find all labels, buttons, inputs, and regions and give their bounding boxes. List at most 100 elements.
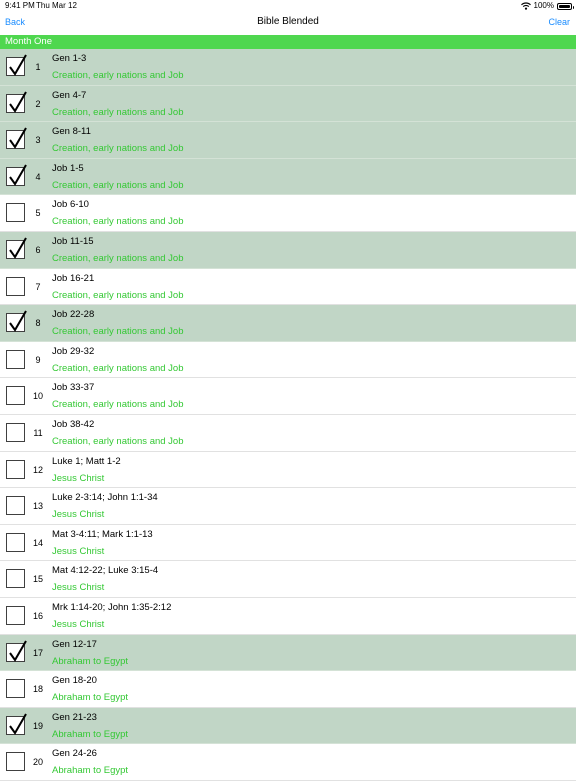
- day-number: 6: [35, 244, 41, 255]
- reading-theme: Creation, early nations and Job: [52, 326, 184, 338]
- reading-theme: Jesus Christ: [52, 618, 105, 630]
- reading-row[interactable]: 2 Gen 4-7 Creation, early nations and Job: [0, 85, 576, 123]
- reading-theme: Creation, early nations and Job: [52, 399, 184, 411]
- day-number: 1: [35, 62, 41, 72]
- reading-row[interactable]: 11 Job 38-42 Creation, early nations and J…: [0, 414, 576, 452]
- day-number: 12: [32, 464, 43, 475]
- reading-row[interactable]: 1 Gen 1-3 Creation, early nations and Job: [0, 49, 576, 86]
- reading-theme: Jesus Christ: [52, 509, 105, 521]
- day-checkbox[interactable]: [6, 276, 25, 296]
- reading-passage: Job 6-10: [52, 199, 89, 211]
- reading-passage: Gen 1-3: [52, 53, 87, 64]
- reading-row[interactable]: 4 Job 1-5 Creation, early nations and Job: [0, 158, 576, 196]
- section-title: Month One: [5, 36, 52, 47]
- day-number: 19: [32, 720, 43, 731]
- day-checkbox[interactable]: [6, 496, 25, 516]
- day-number: 4: [35, 171, 41, 182]
- reading-theme: Jesus Christ: [52, 472, 105, 484]
- checkmark-icon: [9, 237, 27, 259]
- reading-passage: Job 16-21: [52, 272, 95, 284]
- reading-row[interactable]: 13 Luke 2-3:14; John 1:1-34 Jesus Christ: [0, 488, 576, 525]
- day-number: 10: [32, 391, 43, 402]
- checkmark-icon: [9, 54, 27, 76]
- reading-passage: Job 29-32: [52, 345, 95, 357]
- status-date: Thu Mar 12: [36, 1, 77, 10]
- reading-row[interactable]: 16 Mrk 1:14-20; John 1:35-2:12 Jesus Chris…: [0, 597, 576, 635]
- day-number: 2: [35, 98, 41, 109]
- reading-row[interactable]: 10 Job 33-37 Creation, early nations and J…: [0, 378, 576, 415]
- day-checkbox[interactable]: [6, 422, 25, 442]
- reading-row[interactable]: 6 Job 11-15 Creation, early nations and Jo…: [0, 231, 576, 269]
- reading-theme: Creation, early nations and Job: [52, 216, 184, 228]
- checkmark-icon: [9, 713, 27, 735]
- reading-row[interactable]: 19 Gen 21-23 Abraham to Egypt: [0, 707, 576, 745]
- day-checkbox[interactable]: [6, 459, 25, 479]
- reading-passage: Gen 21-23: [52, 711, 97, 723]
- reading-row[interactable]: 15 Mat 4:12-22; Luke 3:15-4 Jesus Christ: [0, 561, 576, 598]
- day-number: 7: [35, 281, 41, 292]
- reading-row[interactable]: 3 Gen 8-11 Creation, early nations and Job: [0, 122, 576, 159]
- day-checkbox[interactable]: [6, 532, 25, 552]
- section-header: Month One: [0, 35, 576, 49]
- reading-row[interactable]: 5 Job 6-10 Creation, early nations and Job: [0, 195, 576, 232]
- reading-row[interactable]: 12 Luke 1; Matt 1-2 Jesus Christ: [0, 451, 576, 489]
- day-checkbox[interactable]: [6, 164, 27, 186]
- reading-theme: Abraham to Egypt: [52, 655, 129, 667]
- day-number: 13: [32, 501, 43, 512]
- clear-button[interactable]: Clear: [548, 17, 570, 27]
- reading-row[interactable]: 18 Gen 18-20 Abraham to Egypt: [0, 671, 576, 708]
- reading-theme: Creation, early nations and Job: [52, 70, 184, 81]
- page-title: Bible Blended: [257, 16, 319, 27]
- reading-theme: Abraham to Egypt: [52, 765, 129, 777]
- reading-passage: Job 33-37: [52, 382, 95, 394]
- reading-theme: Creation, early nations and Job: [52, 179, 184, 191]
- reading-row[interactable]: 20 Gen 24-26 Abraham to Egypt: [0, 744, 576, 781]
- reading-theme: Jesus Christ: [52, 582, 105, 594]
- reading-passage: Mrk 1:14-20; John 1:35-2:12: [52, 601, 172, 613]
- reading-row[interactable]: 14 Mat 3-4:11; Mark 1:1-13 Jesus Christ: [0, 524, 576, 562]
- battery-percent: 100%: [533, 1, 554, 10]
- day-number: 9: [35, 354, 41, 365]
- status-indicators: 100%: [520, 0, 574, 12]
- reading-row[interactable]: 7 Job 16-21 Creation, early nations and Jo…: [0, 268, 576, 306]
- checkmark-icon: [9, 91, 27, 113]
- day-checkbox[interactable]: [6, 349, 25, 369]
- day-number: 18: [32, 684, 43, 695]
- day-checkbox[interactable]: [6, 713, 27, 735]
- reading-row[interactable]: 17 Gen 12-17 Abraham to Egypt: [0, 634, 576, 672]
- day-number: 5: [35, 208, 41, 219]
- day-number: 16: [32, 610, 43, 621]
- day-checkbox[interactable]: [6, 203, 25, 223]
- reading-passage: Job 38-42: [52, 418, 95, 430]
- reading-theme: Creation, early nations and Job: [52, 289, 184, 301]
- day-checkbox[interactable]: [6, 386, 25, 406]
- reading-passage: Gen 12-17: [52, 638, 97, 650]
- reading-passage: Gen 18-20: [52, 675, 97, 687]
- reading-row[interactable]: 9 Job 29-32 Creation, early nations and Jo…: [0, 341, 576, 379]
- reading-row[interactable]: 8 Job 22-28 Creation, early nations and Jo…: [0, 305, 576, 342]
- day-checkbox[interactable]: [6, 605, 25, 625]
- reading-theme: Abraham to Egypt: [52, 728, 129, 740]
- reading-passage: Luke 2-3:14; John 1:1-34: [52, 492, 158, 504]
- reading-passage: Gen 24-26: [52, 748, 97, 760]
- day-number: 3: [35, 135, 41, 146]
- day-checkbox[interactable]: [6, 679, 25, 699]
- day-checkbox[interactable]: [6, 569, 25, 589]
- day-checkbox[interactable]: [6, 752, 25, 772]
- reading-passage: Mat 3-4:11; Mark 1:1-13: [52, 528, 153, 540]
- status-time: 9:41 PM: [5, 1, 35, 10]
- day-number: 11: [33, 427, 43, 438]
- day-checkbox[interactable]: [6, 639, 27, 662]
- reading-theme: Creation, early nations and Job: [52, 362, 184, 374]
- day-checkbox[interactable]: [6, 310, 27, 333]
- checkmark-icon: [9, 639, 27, 662]
- day-checkbox[interactable]: [6, 237, 27, 259]
- day-checkbox[interactable]: [6, 91, 27, 113]
- reading-passage: Job 1-5: [52, 162, 84, 174]
- reading-theme: Creation, early nations and Job: [52, 435, 184, 447]
- reading-plan-list[interactable]: 1 Gen 1-3 Creation, early nations and Job 2…: [0, 49, 576, 781]
- day-checkbox[interactable]: [6, 127, 27, 150]
- battery-level: [559, 4, 570, 8]
- day-checkbox[interactable]: [6, 54, 27, 76]
- checkmark-icon: [9, 164, 27, 186]
